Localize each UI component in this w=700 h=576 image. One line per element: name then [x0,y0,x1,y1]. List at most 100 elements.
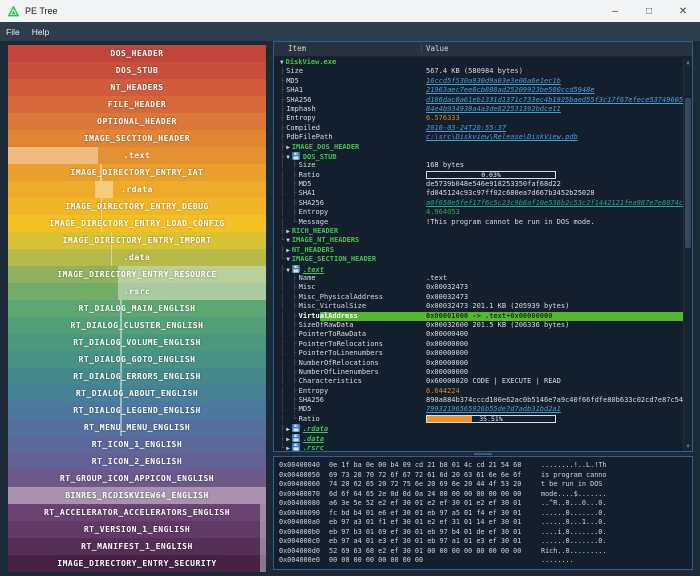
collapsed-arrow-icon[interactable]: ▶ [286,144,290,151]
tree-row[interactable]: │ ├PointerToRawData 0x00000400 [274,330,683,339]
tree-row[interactable]: └▼ IMAGE_NT_HEADERS [274,236,683,245]
tree-row[interactable]: │ ├Entropy 6.644224 [274,387,683,396]
treemap-item[interactable]: RT_DIALOG_ABOUT_ENGLISH [8,385,266,402]
tree-row[interactable]: ├▶ .data [274,433,683,443]
expanded-arrow-icon[interactable]: ▼ [280,59,284,66]
tree-value-link[interactable]: 16ccd5f530a930d9a03e3e06a6e1ec1b [426,77,561,86]
treemap-item[interactable]: BINRES_RCDISKVIEW64_ENGLISH [8,487,266,504]
tree-value-link[interactable]: 79932196565926b55de7d7adb31bd2a1 [426,405,561,414]
expanded-arrow-icon[interactable]: ▼ [286,154,290,161]
tree-item-label[interactable]: .data [303,435,324,443]
treemap-item[interactable]: IMAGE_DIRECTORY_ENTRY_LOAD_CONFIG [8,215,266,232]
tree-value-link[interactable]: 2010-03-24T20:55:37 [426,124,506,133]
tree-row[interactable]: │ └Message !This program cannot be run in… [274,218,683,227]
tree-row[interactable]: │ ├SizeOfRawData 0x00032600 201.5 KB (206… [274,321,683,330]
treemap-item[interactable]: IMAGE_SECTION_HEADER [8,130,266,147]
tree-row[interactable]: │ ├Misc 0x00032473 [274,283,683,292]
treemap-item[interactable]: IMAGE_DIRECTORY_ENTRY_DEBUG [8,198,266,215]
tree-value-link[interactable]: c:\src\Diskview\Release\DiskView.pdb [426,133,578,142]
tree-scrollbar[interactable]: ▲ ▼ [683,58,692,451]
collapsed-arrow-icon[interactable]: ▶ [286,445,290,451]
treemap-item[interactable]: IMAGE_DIRECTORY_ENTRY_IAT [8,164,266,181]
tree-row[interactable]: │ ├PointerToRelocations 0x00000000 [274,340,683,349]
treemap-item[interactable]: FILE_HEADER [8,96,266,113]
tree-row[interactable]: ├▼ DOS_STUB [274,151,683,161]
panel-splitter[interactable] [273,452,693,455]
collapsed-arrow-icon[interactable]: ▶ [286,426,290,433]
tree-row[interactable]: ├Size 567.4 KB (580984 bytes) [274,67,683,76]
column-splitter[interactable] [421,44,422,54]
menu-file[interactable]: File [0,27,26,37]
tree-item-label[interactable]: .rdata [303,425,328,433]
tree-row[interactable]: ├Compiled 2010-03-24T20:55:37 [274,124,683,133]
tree-row[interactable]: ├MD5 16ccd5f530a930d9a03e3e06a6e1ec1b [274,77,683,86]
collapsed-arrow-icon[interactable]: ▶ [286,228,290,235]
expanded-arrow-icon[interactable]: ▼ [286,267,290,274]
treemap-item[interactable]: RT_MANIFEST_1_ENGLISH [8,538,266,555]
menu-help[interactable]: Help [26,27,55,37]
treemap-item[interactable]: IMAGE_DIRECTORY_ENTRY_SECURITY [8,555,266,572]
treemap-item[interactable]: .rdata [8,181,266,198]
treemap-item[interactable]: OPTIONAL_HEADER [8,113,266,130]
treemap-item[interactable]: RT_GROUP_ICON_APPICON_ENGLISH [8,470,266,487]
tree-item-label[interactable]: .text [303,266,324,274]
tree-row[interactable]: ├SHA256 d186dac0a61eb1331d1371c733ec4b192… [274,96,683,105]
tree-row[interactable]: │ ├SHA1 fd045124c93c97ff02c680ea7d667b345… [274,189,683,198]
tree-row[interactable]: └▼ IMAGE_SECTION_HEADER [274,255,683,264]
tree-row[interactable]: │ ├Ratio 0.03% [274,171,683,180]
treemap-item[interactable]: RT_ICON_1_ENGLISH [8,436,266,453]
treemap-item[interactable]: RT_ACCELERATOR_ACCELERATORS_ENGLISH [8,504,266,521]
treemap-item[interactable]: IMAGE_DIRECTORY_ENTRY_RESOURCE [8,266,266,283]
scroll-down-icon[interactable]: ▼ [684,442,692,451]
tree-row[interactable]: │ ├Size 168 bytes [274,161,683,170]
treemap-item[interactable]: RT_DIALOG_LEGEND_ENGLISH [8,402,266,419]
tree-row[interactable]: │ ├Name .text [274,274,683,283]
treemap-item[interactable]: RT_ICON_2_ENGLISH [8,453,266,470]
tree-row[interactable]: │ ├MD5 de5739b048e546e918253350faf68d22 [274,180,683,189]
tree-row[interactable]: │ ├MD5 79932196565926b55de7d7adb31bd2a1 [274,405,683,414]
minimize-button[interactable]: – [598,0,632,22]
treemap-item[interactable]: RT_DIALOG_GOTO_ENGLISH [8,351,266,368]
tree-row[interactable]: ├Entropy 6.576333 [274,114,683,123]
save-floppy-icon[interactable] [291,443,300,451]
tree-item-label[interactable]: .rsrc [303,444,324,451]
tree-row[interactable]: ├▶ IMAGE_DOS_HEADER [274,143,683,152]
tree-row[interactable]: ├▼ .text [274,264,683,274]
tree-row[interactable]: │ ├Characteristics 0x60000020 CODE | EXEC… [274,377,683,386]
treemap-item[interactable]: IMAGE_DIRECTORY_ENTRY_IMPORT [8,232,266,249]
tree-row[interactable]: │ ├SHA256 890a884b374cccd100e62ac0b5146e7… [274,396,683,405]
tree-row[interactable]: ├PdbFilePath c:\src\Diskview\Release\Disk… [274,133,683,142]
treemap-item[interactable]: RT_DIALOG_ERRORS_ENGLISH [8,368,266,385]
tree-row[interactable]: ├Imphash 84e4b934930a4a3de822531392bdce11 [274,105,683,114]
tree-row[interactable]: ├▶ NT_HEADERS [274,246,683,255]
treemap-item[interactable]: RT_DIALOG_MAIN_ENGLISH [8,300,266,317]
tree-value-link[interactable]: a0f050e5fef17f6c5c23c9b8af10e536b2c53c2f… [426,199,683,208]
treemap-item[interactable]: DOS_HEADER [8,45,266,62]
tree-row[interactable]: │ ├PointerToLinenumbers 0x00000000 [274,349,683,358]
tree-row[interactable]: │ ├NumberOfLinenumbers 0x00000000 [274,368,683,377]
tree-row[interactable]: │ ├SHA256 a0f050e5fef17f6c5c23c9b8af10e53… [274,199,683,208]
tree-row[interactable]: │ ├NumberOfRelocations 0x00000000 [274,359,683,368]
treemap-item[interactable]: .data [8,249,266,266]
tree-row[interactable]: ├▶ RICH_HEADER [274,227,683,236]
collapsed-arrow-icon[interactable]: ▶ [286,247,290,254]
treemap-item[interactable]: RT_DIALOG_CLUSTER_ENGLISH [8,317,266,334]
treemap-item[interactable]: DOS_STUB [8,62,266,79]
expanded-arrow-icon[interactable]: ▼ [286,237,290,244]
treemap-item[interactable]: NT_HEADERS [8,79,266,96]
tree-row[interactable]: ├SHA1 21963aec7ee0cb808ad25209923be500ccd… [274,86,683,95]
collapsed-arrow-icon[interactable]: ▶ [286,436,290,443]
treemap-item[interactable]: .text [8,147,266,164]
tree-row[interactable]: │ ├Misc_VirtualSize 0x00032473 201.1 KB (… [274,302,683,311]
tree-row[interactable]: │ ├Entropy 4.964053 [274,208,683,217]
tree-row[interactable]: │ ├Misc_PhysicalAddress 0x00032473 [274,293,683,302]
treemap-item[interactable]: .rsrc [8,283,266,300]
tree-row[interactable]: │ ├VirtualAddress 0x00001000 -> .text+0x0… [274,311,683,321]
tree-row[interactable]: ▼ DiskView.exe [274,58,683,67]
tree-row[interactable]: │ └Ratio 35.51% [274,415,683,424]
tree-value-link[interactable]: 21963aec7ee0cb808ad25209923be500ccd5948e [426,86,595,95]
treemap-item[interactable]: RT_DIALOG_VOLUME_ENGLISH [8,334,266,351]
tree-value-link[interactable]: 84e4b934930a4a3de822531392bdce11 [426,105,561,114]
treemap-item[interactable]: RT_MENU_MENU_ENGLISH [8,419,266,436]
tree-row[interactable]: ├▶ .rdata [274,424,683,433]
